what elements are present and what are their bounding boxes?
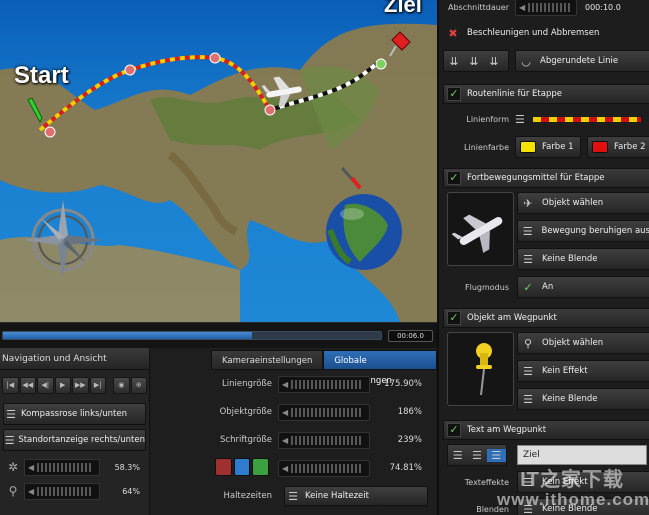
list-icon: ☰ (523, 364, 533, 378)
duration-slider[interactable]: ◀ (515, 0, 577, 16)
vehicle-thumbnail[interactable] (447, 192, 514, 266)
timeline-progress (3, 332, 253, 339)
line-size-row: Liniengröße ◀ 175.90% (150, 373, 437, 395)
compass-size-slider[interactable]: ◀ (24, 458, 100, 476)
extra-size-slider[interactable]: ◀ (278, 459, 370, 477)
vehicle-section-header[interactable]: ✓ Fortbewegungsmittel für Etappe (443, 168, 649, 188)
object-icon: ✈ (523, 196, 533, 210)
location-display-button[interactable]: ☰ Standortanzeige rechts/unten (3, 429, 146, 451)
list-icon: ☰ (4, 433, 15, 447)
checkmark-icon: ✓ (523, 280, 533, 294)
pin-icon: ⚲ (523, 336, 533, 350)
easing-icon: ⇊ (489, 54, 499, 68)
text-align-buttons[interactable]: ☰ ☰ ☰ (447, 444, 507, 466)
globe-view-icon[interactable]: ◉ (113, 376, 130, 394)
color1-swatch (520, 141, 536, 153)
waypoint-thumbnail[interactable] (447, 332, 514, 406)
curve-icon: ◡ (521, 54, 531, 68)
last-frame-button[interactable]: ▶| (89, 376, 106, 394)
compass-icon: ✲ (7, 460, 19, 474)
navigation-title: Navigation und Ansicht (0, 348, 149, 370)
play-button[interactable]: ▶ (54, 376, 71, 394)
list-icon: ☰ (288, 489, 298, 503)
nav-slider-row-2: ⚲ ◀ 64% (0, 479, 149, 503)
vehicle-blend-button[interactable]: ☰ Keine Blende (517, 248, 649, 270)
text-blend-select[interactable]: ☰ Keine Blende (517, 498, 649, 515)
goal-label: Ziel (384, 0, 422, 17)
line-shape-row: Linienform ☰ (443, 108, 649, 130)
stops-select[interactable]: ☰ Keine Haltezeit (284, 486, 428, 506)
list-icon[interactable]: ☰ (515, 113, 525, 126)
waypoint-blend-button[interactable]: ☰ Keine Blende (517, 388, 649, 410)
location-size-slider[interactable]: ◀ (24, 482, 100, 500)
list-icon: ☰ (6, 407, 16, 421)
waypoint-object-section-header[interactable]: ✓ Objekt am Wegpunkt (443, 308, 649, 328)
calm-motion-button[interactable]: ☰ Bewegung beruhigen aus (517, 220, 649, 242)
align-left-icon[interactable]: ☰ (448, 449, 467, 462)
line-shape-preview[interactable] (532, 116, 641, 122)
checkmark-icon[interactable]: ✓ (447, 87, 461, 101)
waypoint-text-section-header[interactable]: ✓ Text am Wegpunkt (443, 420, 649, 440)
choose-vehicle-button[interactable]: ✈ Objekt wählen (517, 192, 649, 214)
list-icon: ☰ (522, 224, 533, 238)
checkmark-icon[interactable]: ✓ (447, 311, 461, 325)
timeline-scrubber[interactable] (2, 331, 382, 340)
map-preview[interactable]: Start Ziel (0, 0, 437, 322)
nav-slider-row-1: ✲ ◀ 58.3% (0, 455, 149, 479)
color2-swatch (592, 141, 608, 153)
extra-size-row: ◀ 74.81% (150, 457, 437, 479)
line-size-slider[interactable]: ◀ (278, 375, 370, 393)
pushpin-icon (476, 343, 492, 396)
prev-button[interactable]: ◀| (37, 376, 54, 394)
timeline: 00:06.0 (0, 322, 437, 348)
text-effect-select[interactable]: ☰ Kein Effekt (517, 471, 649, 493)
rounded-line-button[interactable]: ◡ Abgerundete Linie (515, 50, 649, 72)
pin-icon: ⚲ (8, 484, 18, 498)
tab-global-settings[interactable]: Globale Einstellungen (323, 350, 437, 386)
flight-mode-toggle[interactable]: ✓ An (517, 276, 649, 298)
tab-camera-settings[interactable]: Kameraeinstellungen (211, 350, 324, 370)
easing-icon: ⇊ (469, 54, 479, 68)
list-icon: ☰ (523, 502, 533, 515)
properties-panel: Abschnittdauer ◀ 000:10.0 ✖ Beschleunige… (437, 0, 649, 515)
list-icon: ☰ (523, 475, 533, 489)
rewind-button[interactable]: ◀◀ (19, 376, 36, 394)
list-icon: ☰ (523, 392, 533, 406)
compass-position-button[interactable]: ☰ Kompassrose links/unten (3, 403, 146, 425)
object-size-row: Objektgröße ◀ 186% (150, 401, 437, 423)
settings-panel: Kameraeinstellungen Globale Einstellunge… (150, 348, 437, 515)
accel-row[interactable]: ✖ Beschleunigen und Abbremsen (443, 22, 649, 44)
choose-waypoint-object-button[interactable]: ⚲ Objekt wählen (517, 332, 649, 354)
checkmark-icon[interactable]: ✓ (447, 423, 461, 437)
font-size-slider[interactable]: ◀ (278, 431, 370, 449)
easing-icon: ⇊ (449, 54, 459, 68)
font-size-row: Schriftgröße ◀ 239% (150, 429, 437, 451)
route-section-header[interactable]: ✓ Routenlinie für Etappe (443, 84, 649, 104)
checkmark-icon[interactable]: ✓ (447, 171, 461, 185)
close-icon: ✖ (448, 26, 458, 40)
align-center-icon[interactable]: ☰ (467, 449, 486, 462)
list-icon: ☰ (523, 252, 533, 266)
start-label: Start (14, 62, 69, 89)
crosshair-icon[interactable]: ⊕ (130, 376, 147, 394)
duration-row: Abschnittdauer ◀ 000:10.0 (443, 0, 649, 18)
first-frame-button[interactable]: |◀ (2, 376, 19, 394)
forward-button[interactable]: ▶▶ (72, 376, 89, 394)
waypoint-effect-button[interactable]: ☰ Kein Effekt (517, 360, 649, 382)
map-artwork (0, 23, 437, 322)
color2-button[interactable]: Farbe 2 (587, 136, 649, 158)
playback-controls: |◀ ◀◀ ◀| ▶ ▶▶ ▶| ◉ ⊕ (0, 370, 149, 400)
airplane-icon (451, 214, 503, 253)
time-display: 00:06.0 (388, 330, 433, 342)
align-right-icon[interactable]: ☰ (486, 448, 506, 462)
object-size-slider[interactable]: ◀ (278, 403, 370, 421)
waypoint-text-input[interactable]: Ziel (517, 445, 647, 465)
color1-button[interactable]: Farbe 1 (515, 136, 581, 158)
navigation-panel: Navigation und Ansicht |◀ ◀◀ ◀| ▶ ▶▶ ▶| … (0, 348, 150, 515)
easing-buttons[interactable]: ⇊ ⇊ ⇊ (443, 50, 509, 72)
